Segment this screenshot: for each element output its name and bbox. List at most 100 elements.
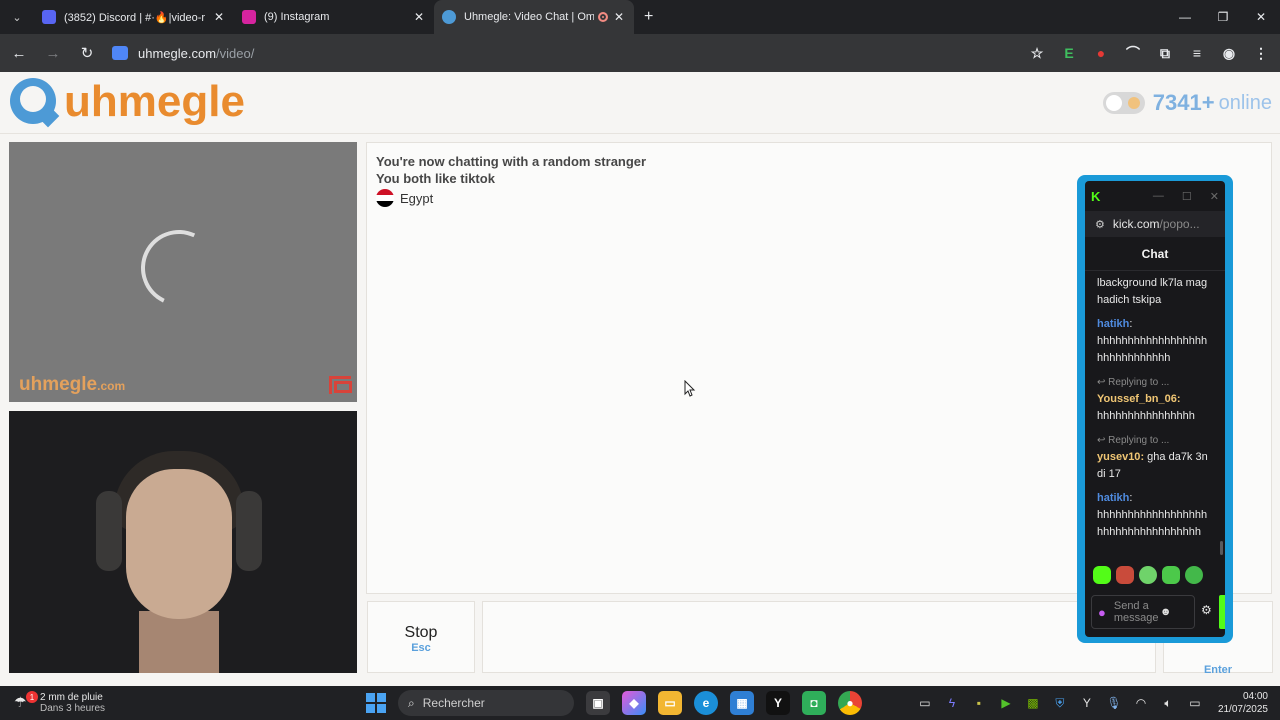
maximize-icon[interactable]: ☐ xyxy=(1182,190,1192,203)
extension-arch-icon[interactable]: ⌒ xyxy=(1122,42,1144,64)
tray-nvidia-icon[interactable]: ▩ xyxy=(1025,695,1041,711)
stranger-country: Egypt xyxy=(376,189,433,207)
extensions-puzzle-icon[interactable]: ⧉ xyxy=(1154,42,1176,64)
tray-app-icon[interactable]: ▪ xyxy=(971,695,987,711)
taskbar-search[interactable]: ⌕ Rechercher xyxy=(398,690,574,716)
microphone-icon[interactable]: ● xyxy=(1098,605,1106,620)
minimize-icon[interactable]: — xyxy=(1153,190,1164,203)
online-indicator: 7341 + online xyxy=(1102,90,1272,116)
instagram-icon xyxy=(242,10,256,24)
back-arrow-icon[interactable]: ← xyxy=(4,38,34,68)
forward-arrow-icon[interactable]: → xyxy=(38,38,68,68)
close-icon[interactable]: ✕ xyxy=(412,10,426,24)
message-text: lbackground lk7la maghadich tskipa xyxy=(1097,277,1208,306)
address-bar[interactable]: uhmegle.com/video/ xyxy=(112,39,1072,67)
online-label: online xyxy=(1218,91,1272,114)
kick-message-list: lbackground lk7la maghadich tskipa hatik… xyxy=(1085,271,1225,552)
tray-bolt-icon[interactable]: ϟ xyxy=(944,695,960,711)
interest-message: You both like tiktok xyxy=(376,171,495,186)
edge-icon[interactable]: e xyxy=(694,691,718,715)
chat-username[interactable]: hatikh xyxy=(1097,492,1129,504)
reload-icon[interactable]: ↻ xyxy=(72,38,102,68)
chrome-icon[interactable]: ● xyxy=(838,691,862,715)
country-name: Egypt xyxy=(400,190,434,206)
tab-uhmegle[interactable]: Uhmegle: Video Chat | Ome ✕ xyxy=(434,0,634,34)
y-app-icon[interactable]: Y xyxy=(766,691,790,715)
chat-username[interactable]: Youssef_bn_06 xyxy=(1097,393,1177,405)
message-text: hhhhhhhhhhhhhhhh xyxy=(1097,410,1195,422)
site-logo[interactable]: uhmegle xyxy=(10,78,245,128)
reply-text: Replying to ... xyxy=(1108,435,1170,446)
kick-message-input[interactable]: ● Send a message ☻ xyxy=(1091,595,1195,629)
weather-subtitle: Dans 3 heures xyxy=(40,703,106,714)
tray-mic-icon[interactable]: 🎙︎ xyxy=(1106,695,1122,711)
new-tab-plus-icon[interactable]: + xyxy=(644,8,653,26)
close-icon[interactable]: ✕ xyxy=(1210,190,1219,203)
tab-instagram[interactable]: (9) Instagram ✕ xyxy=(234,0,434,34)
copilot-icon[interactable]: ◆ xyxy=(622,691,646,715)
file-explorer-icon[interactable]: ▭ xyxy=(658,691,682,715)
chat-bubble-logo-icon xyxy=(10,78,60,128)
battery-icon[interactable]: ▭ xyxy=(1187,695,1203,711)
online-plus: + xyxy=(1201,90,1215,115)
browser-menu-icon[interactable]: ⋮ xyxy=(1250,42,1272,64)
chat-username[interactable]: hatikh xyxy=(1097,318,1129,330)
browser-toolbar: ← → ↻ uhmegle.com/video/ ☆ E ● ⌒ ⧉ ≡ ◉ ⋮ xyxy=(0,34,1280,72)
reply-indicator[interactable]: ↩ Replying to ... xyxy=(1097,374,1213,391)
chat-username[interactable]: yusev10 xyxy=(1097,451,1140,463)
emote-glasses-icon[interactable] xyxy=(1139,566,1157,584)
reply-indicator[interactable]: ↩ Replying to ... xyxy=(1097,432,1213,449)
microsoft-store-icon[interactable]: ▦ xyxy=(730,691,754,715)
wifi-icon[interactable]: ◠ xyxy=(1133,695,1149,711)
message-input[interactable] xyxy=(482,601,1156,673)
emote-frog-icon[interactable] xyxy=(1185,566,1203,584)
close-icon[interactable]: ✕ xyxy=(212,10,226,24)
message-text: hhhhhhhhhhhhhhhhhhhhhhhhhhhhhh xyxy=(1097,335,1208,364)
stop-button[interactable]: Stop Esc xyxy=(367,601,475,673)
chat-message: lbackground lk7la maghadich tskipa xyxy=(1097,275,1213,309)
camera-site-icon[interactable] xyxy=(112,46,128,60)
theme-toggle[interactable] xyxy=(1102,92,1145,114)
tray-chat-icon[interactable]: ▭ xyxy=(917,695,933,711)
tray-play-icon[interactable]: ▶ xyxy=(998,695,1014,711)
profile-avatar-icon[interactable]: ◉ xyxy=(1218,42,1240,64)
windows-start-icon[interactable] xyxy=(366,693,386,713)
bookmark-star-icon[interactable]: ☆ xyxy=(1026,42,1048,64)
weather-widget[interactable]: ☂ 1 2 mm de pluie Dans 3 heures xyxy=(14,686,105,720)
window-close-icon[interactable]: ✕ xyxy=(1242,0,1280,34)
reply-text: Replying to ... xyxy=(1108,377,1170,388)
emoji-icon[interactable]: ☻ xyxy=(1160,606,1172,618)
kick-url-bar[interactable]: ⚙ kick.com/popo... xyxy=(1085,211,1225,237)
stop-label: Stop xyxy=(404,624,438,641)
extension-e-icon[interactable]: E xyxy=(1058,42,1080,64)
chat-message: hatikh: hhhhhhhhhhhhhhhhhhhhhhhhhhhhhh xyxy=(1097,318,1208,364)
site-header: uhmegle 7341 + online xyxy=(0,72,1280,134)
kick-chat-popup: K — ☐ ✕ ⚙ kick.com/popo... Chat lbackgroun… xyxy=(1077,175,1233,643)
android-app-icon[interactable]: ◘ xyxy=(802,691,826,715)
tab-search-chevron-icon[interactable]: ⌄ xyxy=(0,0,34,34)
kick-send-button[interactable] xyxy=(1219,595,1225,629)
chat-settings-gear-icon[interactable]: ⚙ xyxy=(1201,603,1212,617)
restore-icon[interactable]: ❐ xyxy=(1204,0,1242,34)
self-video xyxy=(9,411,357,673)
task-view-icon[interactable]: ▣ xyxy=(586,691,610,715)
volume-icon[interactable]: 🔈︎ xyxy=(1160,695,1176,711)
minimize-icon[interactable]: — xyxy=(1166,0,1204,34)
chat-scrollbar[interactable] xyxy=(1220,541,1223,555)
media-queue-icon[interactable]: ≡ xyxy=(1186,42,1208,64)
close-icon[interactable]: ✕ xyxy=(612,10,626,24)
search-icon: ⌕ xyxy=(408,695,415,710)
emote-red-icon[interactable] xyxy=(1116,566,1134,584)
emote-green-icon[interactable] xyxy=(1093,566,1111,584)
extension-red-icon[interactable]: ● xyxy=(1090,42,1112,64)
tray-shield-icon[interactable]: ⛨ xyxy=(1052,695,1068,711)
send-shortcut: Enter xyxy=(1203,664,1233,676)
tray-y-icon[interactable]: Y xyxy=(1079,695,1095,711)
taskbar-clock[interactable]: 04:00 21/07/2025 xyxy=(1218,690,1268,716)
tab-discord[interactable]: (3852) Discord | #·🔥|video-r ✕ xyxy=(34,0,234,34)
site-settings-icon[interactable]: ⚙ xyxy=(1095,218,1105,231)
mouse-cursor-icon xyxy=(684,380,696,397)
report-flag-icon[interactable] xyxy=(329,376,352,394)
emote-smile-icon[interactable] xyxy=(1162,566,1180,584)
chat-message: hatikh: hhhhhhhhhhhhhhhhhhhhhhhhhhhhhhhh… xyxy=(1097,492,1208,538)
